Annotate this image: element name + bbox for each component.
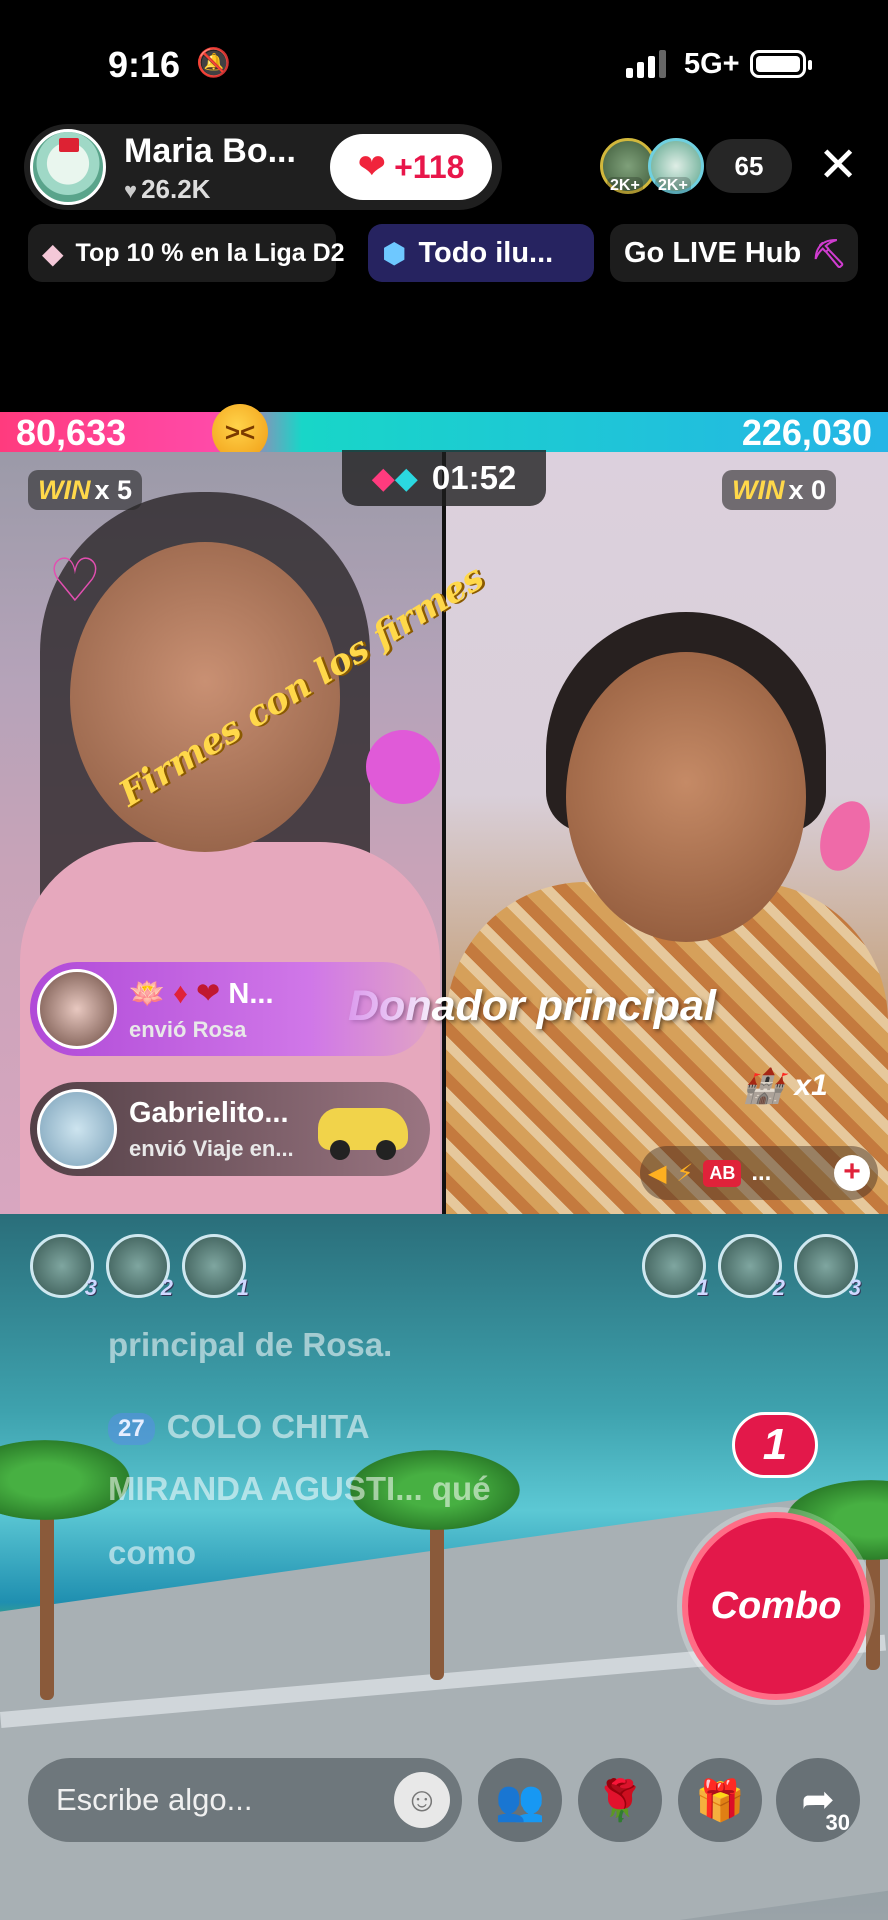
top-gifter-avatar[interactable]: 1: [642, 1234, 709, 1300]
close-icon[interactable]: ✕: [818, 142, 858, 190]
share-count: 30: [825, 1810, 850, 1835]
comment-input[interactable]: [56, 1778, 386, 1822]
rose-gift-icon[interactable]: 🌹: [578, 1758, 662, 1842]
battery-icon: [750, 50, 812, 78]
diamond-icon: ♦: [173, 977, 188, 1010]
rank-number: 3: [848, 1275, 861, 1300]
gem-icon: ❤: [196, 977, 221, 1010]
viewer-count[interactable]: 65: [706, 139, 792, 193]
timer-value: 01:52: [431, 459, 517, 496]
right-host-face: [566, 652, 806, 942]
cube-icon: ⬢: [382, 237, 407, 269]
rank-number: 2: [772, 1275, 785, 1300]
host-name: Maria Bo...: [124, 132, 296, 170]
heart-icon: ♥: [124, 178, 138, 203]
muted-bell-icon: 🔕: [196, 47, 231, 78]
palm-tree-icon: [0, 1440, 130, 1700]
gifter-avatar: [37, 969, 117, 1049]
ab-badge: AB: [703, 1159, 742, 1187]
right-score: 226,030: [741, 412, 872, 453]
gift-toast[interactable]: 🪷 ♦ ❤ N... envió Rosa: [30, 962, 430, 1056]
todo-chip[interactable]: ⬢ Todo ilu...: [368, 224, 594, 282]
top-gifter-avatar[interactable]: 2: [106, 1234, 173, 1300]
right-top-gifters[interactable]: 1 2 3: [642, 1234, 861, 1300]
multiplier-value: x1: [794, 1069, 828, 1102]
gifter-avatar: [37, 1089, 117, 1169]
pane-divider: [442, 452, 446, 1214]
top-gifter-avatar[interactable]: 3: [30, 1234, 97, 1300]
rank-number: 2: [160, 1275, 173, 1300]
diamond-icon: ◆: [42, 237, 64, 269]
heart-icon: ❤: [357, 148, 387, 186]
viewer-avatar[interactable]: 2K+: [648, 138, 704, 195]
lotus-icon: 🪷: [129, 977, 166, 1010]
status-bar: 9:16 🔕 5G+: [0, 0, 888, 120]
left-score: 80,633: [16, 412, 127, 453]
battle-timer: ◆◆ 01:52: [342, 450, 546, 506]
host-avatar[interactable]: [30, 129, 106, 205]
top-gifter-avatar[interactable]: 2: [718, 1234, 785, 1300]
right-win-badge: WIN x 0: [722, 470, 837, 510]
palm-tree-icon: [350, 1450, 520, 1680]
signal-icon: [626, 50, 666, 78]
combo-count-badge: 1: [732, 1412, 818, 1478]
gift-action: envió Viaje en...: [129, 1135, 294, 1161]
win-label: WIN: [38, 474, 91, 505]
car-gift-icon: [318, 1092, 410, 1160]
league-label: Top 10 % en la Liga D2: [75, 238, 345, 267]
gift-action: envió Rosa: [129, 1016, 247, 1042]
viewer-badge: 2K+: [607, 177, 643, 195]
gift-icon[interactable]: 🎁: [678, 1758, 762, 1842]
tongue-icon: ◀: [648, 1159, 667, 1187]
gifter-name: Gabrielito...: [129, 1096, 289, 1129]
chat-message: como: [108, 1534, 197, 1571]
like-count-label: +118: [394, 148, 465, 185]
chat-message-text: COLO CHITA: [166, 1408, 370, 1445]
viewer-badge: 2K+: [655, 177, 691, 195]
rank-number: 1: [696, 1275, 709, 1300]
pickaxe-icon: ⛏: [811, 237, 847, 269]
level-badge: 27: [108, 1413, 155, 1446]
viewer-list[interactable]: 2K+ 2K+ 65: [600, 138, 792, 195]
host-likes: ♥ 26.2K: [124, 174, 210, 205]
win-label: WIN: [732, 474, 785, 505]
rank-number: 1: [236, 1275, 249, 1300]
chat-message: MIRANDA AGUSTI... qué: [108, 1470, 491, 1507]
gifter-name-text: N...: [228, 977, 274, 1010]
gifter-name: 🪷 ♦ ❤ N...: [129, 976, 274, 1011]
go-live-hub-label: Go LIVE Hub: [624, 236, 802, 269]
gift-multiplier: 🏰 x1: [742, 1066, 828, 1106]
top-gifter-avatar[interactable]: 3: [794, 1234, 861, 1300]
heart-sticker-icon: ♡: [48, 547, 102, 614]
ghost-sticker-icon: [366, 730, 440, 804]
right-host-mini-bar[interactable]: ◀ ⚡ AB ... +: [640, 1146, 878, 1200]
battle-icon: ◆◆: [371, 461, 418, 495]
win-count: x 5: [94, 474, 133, 505]
todo-label: Todo ilu...: [418, 236, 554, 269]
win-count: x 0: [788, 474, 827, 505]
chat-message: 27 COLO CHITA: [108, 1408, 370, 1446]
host-likes-count: 26.2K: [141, 174, 211, 204]
rank-number: 3: [84, 1275, 97, 1300]
spark-icon: ⚡: [676, 1159, 694, 1187]
left-win-badge: WIN x 5: [28, 470, 143, 510]
follow-plus-icon[interactable]: +: [834, 1155, 870, 1191]
castle-gift-icon: 🏰: [742, 1067, 785, 1105]
chat-message: principal de Rosa.: [108, 1326, 393, 1363]
like-count-button[interactable]: ❤ +118: [330, 134, 492, 200]
league-chip[interactable]: ◆ Top 10 % en la Liga D2: [28, 224, 345, 282]
left-top-gifters[interactable]: 3 2 1: [30, 1234, 249, 1300]
more-text: ...: [751, 1159, 772, 1186]
battle-score-bar: 80,633 >< 226,030: [0, 404, 888, 460]
top-gifter-avatar[interactable]: 1: [182, 1234, 249, 1300]
emoji-icon[interactable]: ☺: [394, 1772, 450, 1828]
status-time: 9:16: [108, 44, 181, 85]
go-live-hub-chip[interactable]: Go LIVE Hub ⛏: [610, 224, 858, 282]
network-type: 5G+: [684, 48, 740, 80]
share-icon[interactable]: ➦ 30: [776, 1758, 860, 1842]
comment-bar[interactable]: ☺: [28, 1758, 462, 1842]
combo-button[interactable]: Combo: [682, 1512, 870, 1700]
multi-guest-icon[interactable]: 👥: [478, 1758, 562, 1842]
